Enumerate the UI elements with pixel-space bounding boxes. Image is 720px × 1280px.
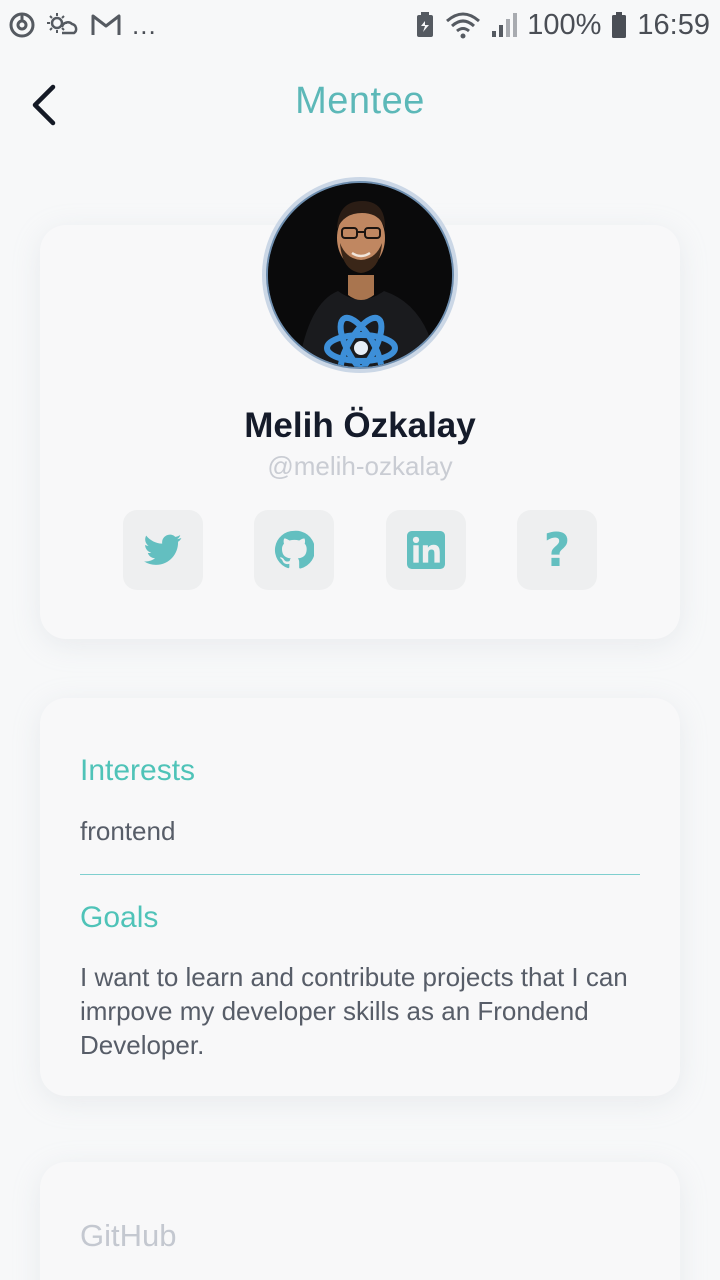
clock: 16:59: [637, 8, 710, 41]
status-bar: ... 100% 16:59: [0, 0, 720, 50]
status-bar-left: ...: [8, 10, 157, 41]
github-icon: [274, 530, 314, 569]
wifi-icon: [445, 11, 481, 39]
sync-icon: [8, 11, 36, 39]
gmail-icon: [90, 12, 122, 38]
avatar: [262, 177, 458, 373]
battery-percent: 100%: [527, 8, 602, 41]
twitter-button[interactable]: [123, 510, 203, 590]
goals-label: Goals: [80, 901, 159, 934]
twitter-icon: [144, 534, 182, 565]
avatar-photo: [266, 181, 454, 369]
other-link-button[interactable]: ?: [517, 510, 597, 590]
battery-icon: [611, 11, 627, 39]
github-card: GitHub: [40, 1162, 680, 1280]
app-header: Mentee: [0, 50, 720, 160]
linkedin-button[interactable]: [386, 510, 466, 590]
linkedin-icon: [407, 531, 445, 569]
goals-value: I want to learn and contribute projects …: [80, 962, 628, 1060]
github-button[interactable]: [254, 510, 334, 590]
details-card: Interests frontend Goals I want to learn…: [40, 698, 680, 1096]
status-bar-right: 100% 16:59: [415, 9, 710, 42]
page-title: Mentee: [295, 80, 425, 122]
interests-value: frontend: [80, 816, 176, 846]
profile-name: Melih Özkalay: [244, 406, 476, 445]
profile-handle: @melih-ozkalay: [267, 451, 453, 481]
signal-icon: [491, 11, 518, 39]
social-links: ?: [123, 510, 597, 590]
github-label: GitHub: [80, 1218, 177, 1253]
weather-icon: [46, 11, 80, 39]
battery-saver-icon: [415, 11, 435, 39]
more-notifications: ...: [132, 9, 157, 40]
interests-label: Interests: [80, 754, 196, 787]
section-divider: [80, 874, 640, 875]
question-icon: ?: [543, 523, 571, 577]
